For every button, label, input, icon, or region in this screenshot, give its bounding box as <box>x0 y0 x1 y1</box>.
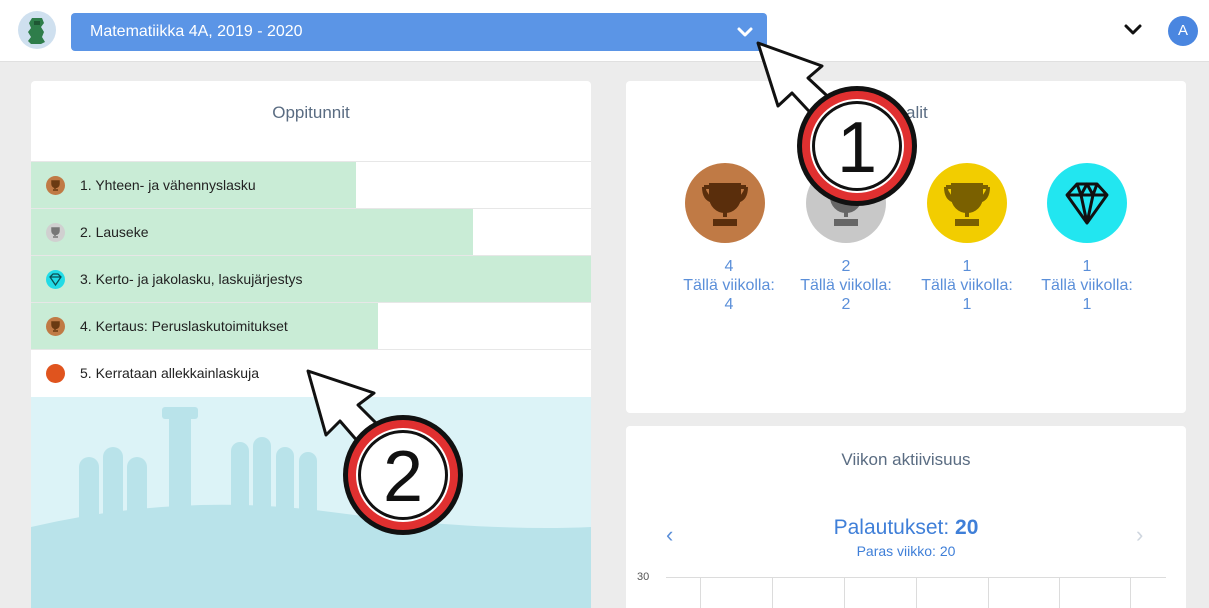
medal-week-label: Tällä viikolla: <box>683 277 775 294</box>
chart-gridline <box>1130 577 1131 608</box>
chart-gridline <box>700 577 701 608</box>
bronze-count: 4 Tällä viikolla: 4 <box>664 257 794 314</box>
course-selector[interactable]: Matematiikka 4A, 2019 - 2020 <box>71 13 767 51</box>
callout-1: 1 <box>756 41 917 206</box>
chart-gridline <box>988 577 989 608</box>
medal-week-count: 1 <box>1082 296 1092 313</box>
account-menu-chevron-icon[interactable] <box>1122 20 1144 40</box>
activity-panel: Viikon aktiivisuus ‹ › Palautukset: 20 P… <box>626 426 1186 608</box>
app-logo-icon[interactable] <box>18 11 56 49</box>
submissions-label: Palautukset: <box>833 516 950 539</box>
submissions-value: 20 <box>955 516 979 539</box>
silver-trophy-icon <box>46 223 65 242</box>
avatar[interactable]: A <box>1168 16 1198 46</box>
chart-gridline <box>844 577 845 608</box>
lesson-row[interactable]: 1. Yhteen- ja vähennyslasku <box>31 161 591 208</box>
medal-week-count: 4 <box>724 296 734 313</box>
submissions-summary: Palautukset: 20 <box>626 516 1186 540</box>
diamond-icon <box>1047 163 1127 243</box>
medal-week-count: 2 <box>841 296 851 313</box>
lesson-label: 2. Lauseke <box>80 224 149 240</box>
gold-count: 1 Tällä viikolla: 1 <box>902 257 1032 314</box>
medal-week-label: Tällä viikolla: <box>800 277 892 294</box>
bronze-trophy-icon <box>46 176 65 195</box>
callout-2-number: 2 <box>383 437 423 517</box>
lesson-row[interactable]: 4. Kertaus: Peruslaskutoimitukset <box>31 302 591 349</box>
callout-2: 2 <box>306 369 463 535</box>
chart-gridline <box>772 577 773 608</box>
callout-1-number: 1 <box>837 108 877 188</box>
medal-total: 1 <box>962 258 972 275</box>
chart-gridline <box>1059 577 1060 608</box>
silver-count: 2 Tällä viikolla: 2 <box>781 257 911 314</box>
medal-total: 2 <box>841 258 851 275</box>
course-name: Matematiikka 4A, 2019 - 2020 <box>90 23 303 40</box>
y-axis-tick: 30 <box>637 571 650 583</box>
orange-dot-icon <box>46 364 65 383</box>
activity-title: Viikon aktiivisuus <box>841 450 971 469</box>
medal-week-label: Tällä viikolla: <box>1041 277 1133 294</box>
lesson-label: 1. Yhteen- ja vähennyslasku <box>80 177 256 193</box>
medal-total: 1 <box>1082 258 1092 275</box>
lesson-row[interactable]: 3. Kerto- ja jakolasku, laskujärjestys <box>31 255 591 302</box>
lesson-label: 3. Kerto- ja jakolasku, laskujärjestys <box>80 271 303 287</box>
medal-week-count: 1 <box>962 296 972 313</box>
medal-week-label: Tällä viikolla: <box>921 277 1013 294</box>
lesson-label: 4. Kertaus: Peruslaskutoimitukset <box>80 318 288 334</box>
lesson-list: 1. Yhteen- ja vähennyslasku 2. Lauseke 3… <box>31 161 591 396</box>
lesson-label: 5. Kerrataan allekkainlaskuja <box>80 365 259 381</box>
lesson-row[interactable]: 2. Lauseke <box>31 208 591 255</box>
lessons-title: Oppitunnit <box>272 103 350 122</box>
best-week: Paras viikko: 20 <box>856 543 956 559</box>
diamond-icon <box>46 270 65 289</box>
diamond-count: 1 Tällä viikolla: 1 <box>1022 257 1152 314</box>
bronze-trophy-icon <box>46 317 65 336</box>
top-bar: Matematiikka 4A, 2019 - 2020 A <box>0 0 1209 62</box>
chart-gridline <box>916 577 917 608</box>
medal-total: 4 <box>724 258 734 275</box>
